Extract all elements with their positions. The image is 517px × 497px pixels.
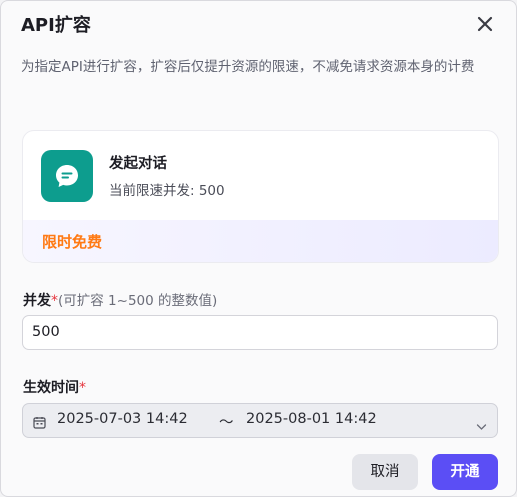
end-datetime[interactable]: 2025-08-01 14:42 — [246, 411, 377, 427]
concurrency-label: 并发*(可扩容 1~500 的整数值) — [23, 289, 217, 310]
calendar-icon — [33, 414, 46, 433]
close-icon[interactable] — [474, 13, 496, 35]
start-datetime[interactable]: 2025-07-03 14:42 — [57, 411, 188, 427]
card-footer: 限时免费 — [23, 220, 498, 262]
api-card: 发起对话 当前限速并发: 500 限时免费 — [22, 130, 499, 263]
range-separator: ～ — [219, 415, 234, 431]
api-name: 发起对话 — [109, 156, 167, 172]
concurrency-hint: (可扩容 1~500 的整数值) — [58, 293, 218, 309]
concurrency-label-text: 并发 — [23, 293, 51, 309]
date-range-picker[interactable]: 2025-07-03 14:42 ～ 2025-08-01 14:42 — [22, 403, 498, 438]
confirm-button[interactable]: 开通 — [432, 454, 498, 490]
dialog-title: API扩容 — [21, 15, 91, 36]
free-badge: 限时免费 — [42, 233, 103, 251]
chevron-down-icon — [476, 416, 487, 435]
cancel-button[interactable]: 取消 — [352, 454, 418, 490]
api-expansion-dialog: API扩容 为指定API进行扩容，扩容后仅提升资源的限速，不减免请求资源本身的计… — [0, 0, 517, 497]
effective-time-label: 生效时间* — [23, 377, 86, 397]
required-mark: * — [51, 293, 58, 309]
dialog-description: 为指定API进行扩容，扩容后仅提升资源的限速，不减免请求资源本身的计费 — [21, 59, 475, 75]
concurrency-input[interactable]: 500 — [22, 315, 498, 350]
effective-time-label-text: 生效时间 — [23, 380, 79, 396]
required-mark: * — [79, 380, 86, 396]
current-limit-text: 当前限速并发: 500 — [109, 183, 225, 199]
chat-bubble-icon — [41, 150, 93, 202]
